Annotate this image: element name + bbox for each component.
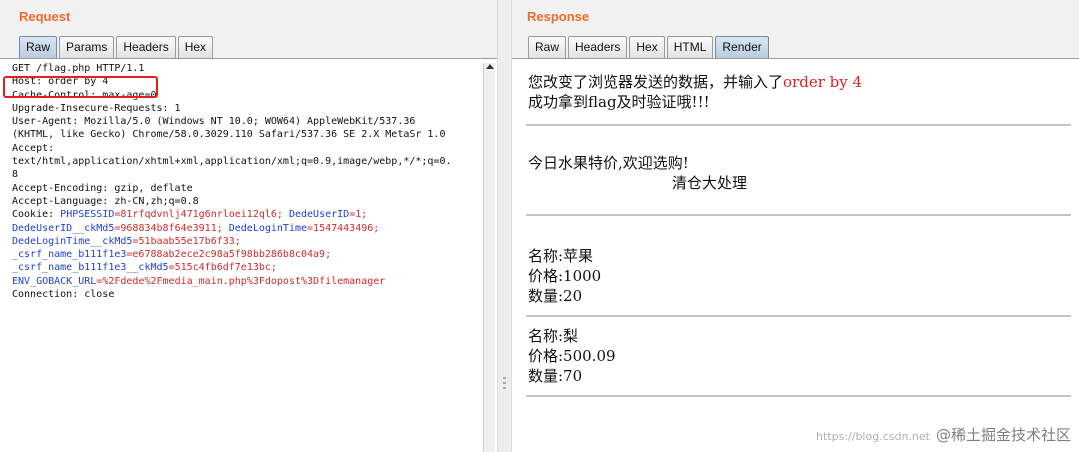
scroll-up-arrow-icon[interactable] [486, 64, 494, 69]
tab-render[interactable]: Render [715, 36, 769, 58]
response-render-area: 您改变了浏览器发送的数据，并输入了order by 4 成功拿到flag及时验证… [512, 58, 1079, 452]
tab-raw[interactable]: Raw [528, 36, 567, 58]
tab-hex[interactable]: Hex [629, 36, 665, 58]
cookie-value: =1547443496; [307, 222, 380, 234]
product-name: 名称:梨 [528, 327, 579, 345]
cookie-value: =e6788ab2ece2c98a5f98bb286b8c04a9; [126, 249, 332, 261]
request-line: GET /flag.php HTTP/1.1 [12, 63, 145, 74]
cookie-line: ENV_GOBACK_URL=%2Fdede%2Fmedia_main.php%… [12, 275, 477, 288]
message-text: 您改变了浏览器发送的数据，并输入了 [528, 73, 784, 91]
cookie-key: DedeLoginTime__ckMd5 [12, 235, 133, 247]
tab-headers[interactable]: Headers [116, 36, 176, 58]
request-line: 8 [12, 169, 19, 181]
tab-headers[interactable]: Headers [568, 36, 628, 58]
promo-text: 今日水果特价,欢迎选购! [528, 154, 689, 172]
tab-params[interactable]: Params [59, 36, 115, 58]
watermark: https://blog.csdn.net @稀土掘金技术社区 [816, 424, 1071, 445]
request-scrollbar[interactable] [483, 63, 495, 452]
cookie-key: ENV_GOBACK_URL [12, 275, 97, 287]
divider [526, 124, 1071, 126]
cookie-value: =1; [349, 209, 368, 221]
response-pane: Response Raw Headers Hex HTML Render 您改变… [512, 0, 1079, 452]
cookie-key: _csrf_name_b111f1e3 [12, 249, 127, 261]
cookie-key: _csrf_name_b111f1e3__ckMd5 [12, 262, 169, 274]
request-line: User-Agent: Mozilla/5.0 (Windows NT 10.0… [12, 116, 416, 128]
cookie-key: DedeLoginTime [228, 222, 308, 234]
watermark-url: https://blog.csdn.net [816, 430, 930, 443]
splitter-grip-icon [503, 382, 506, 384]
cookie-label: Cookie: [12, 209, 61, 221]
cookie-line: Cookie: PHPSESSID=81rfqdvnlj471g6nrloei1… [12, 208, 477, 221]
request-line: text/html,application/xhtml+xml,applicat… [12, 156, 452, 168]
product-price: 价格:500.09 [528, 347, 616, 365]
request-editor[interactable]: GET /flag.php HTTP/1.1 Host: order by 4 … [0, 58, 497, 452]
host-highlight-annotation [3, 76, 158, 98]
cookie-line: _csrf_name_b111f1e3=e6788ab2ece2c98a5f98… [12, 248, 477, 261]
product-qty: 数量:20 [528, 287, 583, 305]
cookie-line: DedeLoginTime__ckMd5=51baab55e17b6f33; [12, 235, 477, 248]
rendered-page: 您改变了浏览器发送的数据，并输入了order by 4 成功拿到flag及时验证… [526, 72, 1071, 397]
cookie-value: =968834b8f64e3911; [114, 222, 229, 234]
request-line: Upgrade-Insecure-Requests: 1 [12, 102, 181, 114]
request-tabs: Raw Params Headers Hex [19, 36, 215, 58]
request-line: Accept-Encoding: gzip, deflate [12, 182, 193, 194]
product-price: 价格:1000 [528, 267, 602, 285]
divider [526, 214, 1071, 216]
success-line: 成功拿到flag及时验证哦!!! [528, 93, 710, 111]
request-pane: Request Raw Params Headers Hex GET /flag… [0, 0, 497, 452]
response-tabs: Raw Headers Hex HTML Render [528, 36, 771, 58]
cookie-value: =81rfqdvnlj471g6nrloei12ql6; [114, 209, 289, 221]
divider [526, 395, 1071, 397]
request-title: Request [19, 9, 71, 24]
product-name: 名称:苹果 [528, 247, 594, 265]
cookie-line: _csrf_name_b111f1e3__ckMd5=515c4fb6df7e1… [12, 261, 477, 274]
marquee-text: 清仓大处理 [672, 174, 748, 192]
message-highlight: order by 4 [783, 73, 863, 91]
product-qty: 数量:70 [528, 367, 583, 385]
pane-splitter[interactable] [497, 0, 512, 452]
message-line: 您改变了浏览器发送的数据，并输入了order by 4 [528, 72, 1070, 92]
response-title: Response [527, 9, 590, 24]
splitter-grip-icon [503, 377, 506, 379]
cookie-key: DedeUserID [288, 209, 350, 221]
cookie-value: =515c4fb6df7e13bc; [168, 262, 277, 274]
request-line: (KHTML, like Gecko) Chrome/58.0.3029.110… [12, 129, 446, 141]
splitter-grip-icon [503, 387, 506, 389]
divider [526, 315, 1071, 317]
tab-html[interactable]: HTML [666, 36, 714, 58]
cookie-key: DedeUserID__ckMd5 [12, 222, 115, 234]
tab-raw[interactable]: Raw [19, 36, 58, 58]
cookie-value: =%2Fdede%2Fmedia_main.php%3Fdopost%3Dfil… [96, 275, 386, 287]
cookie-value: =51baab55e17b6f33; [132, 235, 241, 247]
cookie-line: DedeUserID__ckMd5=968834b8f64e3911; Dede… [12, 222, 477, 235]
request-line: Accept: [12, 142, 55, 154]
tab-hex[interactable]: Hex [177, 36, 214, 58]
request-line: Connection: close [12, 289, 115, 301]
cookie-key: PHPSESSID [60, 209, 115, 221]
request-line: Accept-Language: zh-CN,zh;q=0.8 [12, 195, 199, 207]
watermark-text: @稀土掘金技术社区 [935, 426, 1071, 444]
